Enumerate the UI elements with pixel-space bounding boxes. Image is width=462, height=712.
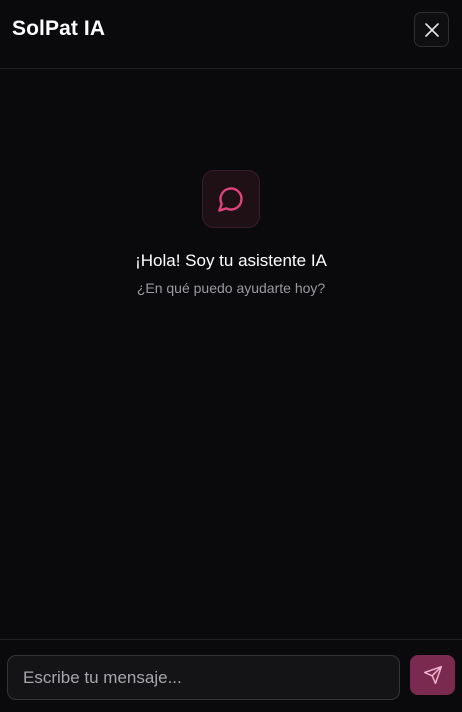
- send-icon: [423, 665, 442, 685]
- close-button[interactable]: [414, 12, 449, 47]
- chat-title: SolPat IA: [12, 17, 106, 40]
- empty-state: ¡Hola! Soy tu asistente IA ¿En qué puedo…: [0, 170, 462, 296]
- message-input[interactable]: [7, 655, 400, 700]
- chat-header: SolPat IA: [0, 0, 462, 69]
- chat-window: SolPat IA ¡Hola! Soy tu asistente IA ¿En…: [0, 0, 462, 712]
- chat-bubble-icon: [218, 187, 243, 212]
- greeting-subtitle: ¿En qué puedo ayudarte hoy?: [136, 280, 326, 296]
- greeting-heading: ¡Hola! Soy tu asistente IA: [135, 251, 327, 270]
- close-icon: [424, 22, 439, 37]
- send-button[interactable]: [410, 655, 455, 695]
- message-composer: [0, 639, 462, 712]
- chat-badge: [202, 170, 260, 228]
